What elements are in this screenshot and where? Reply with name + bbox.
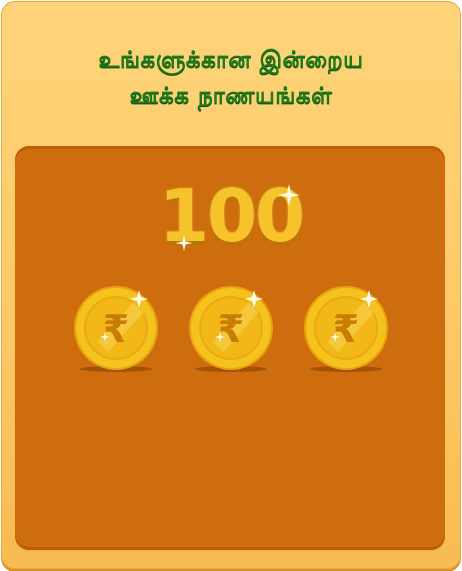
page-title: உங்களுக்கான இன்றைய ஊக்க நாணயங்கள் [0,42,462,114]
svg-text:₹: ₹ [218,307,244,351]
sparkle-icon [278,184,300,206]
svg-text:₹: ₹ [103,307,129,351]
title-line-2: ஊக்க நாணயங்கள் [129,83,333,109]
title-line-1: உங்களுக்கான இன்றைய [98,47,364,73]
coin-amount: 100 [158,174,305,258]
rupee-coin-icon: ₹ [72,284,160,372]
sparkle-icon [176,235,192,251]
svg-text:₹: ₹ [333,307,359,351]
rupee-coin-icon: ₹ [187,284,275,372]
rupee-coin-icon: ₹ [302,284,390,372]
